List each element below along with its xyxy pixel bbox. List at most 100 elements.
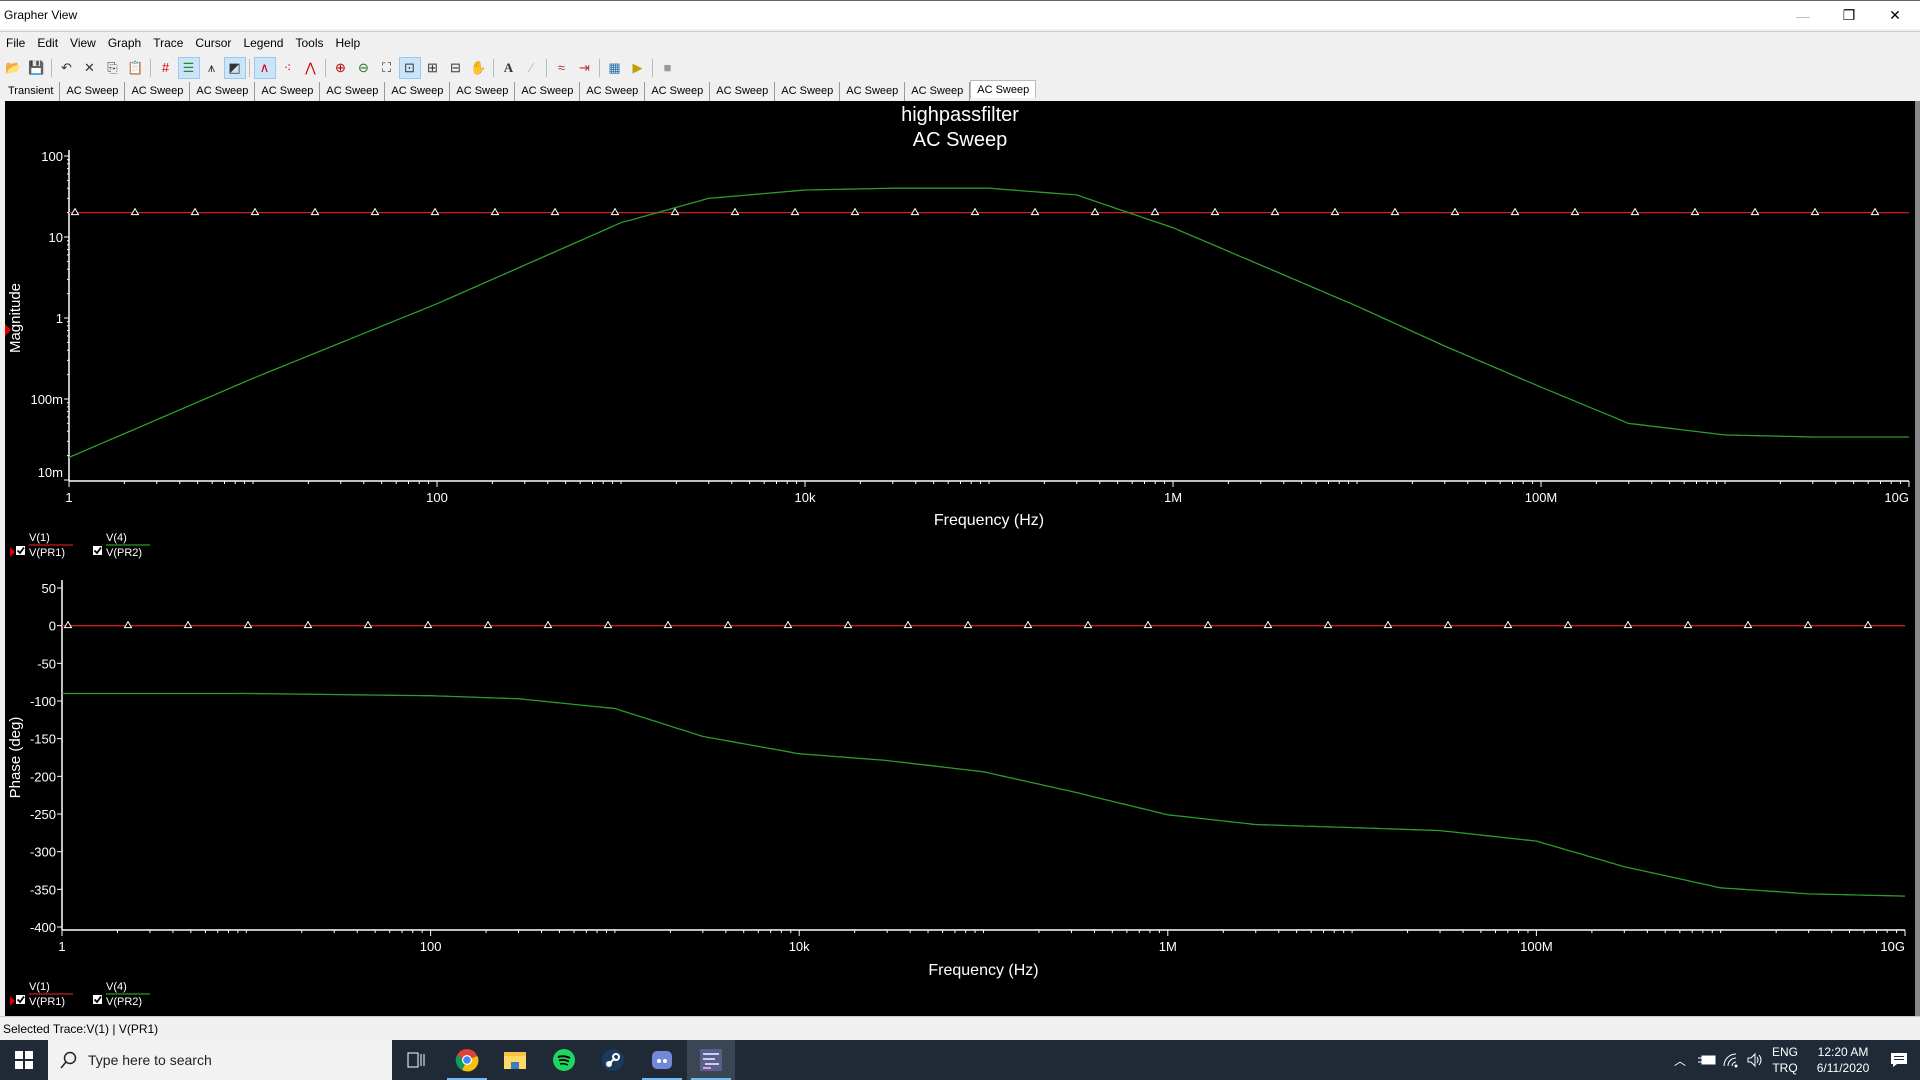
lines-markers-button[interactable]: ⋀ bbox=[300, 57, 322, 79]
graph-area[interactable]: highpassfilter AC Sweep 1 100 10k 1M 100M 10G… bbox=[5, 101, 1915, 1016]
trace-marker bbox=[1030, 207, 1040, 216]
menu-help[interactable]: Help bbox=[330, 32, 367, 50]
zoom-out-button[interactable]: ⊖ bbox=[353, 57, 375, 79]
trace-marker bbox=[1750, 207, 1760, 216]
trace-marker bbox=[1263, 620, 1273, 629]
volume-icon bbox=[1747, 1052, 1762, 1068]
menu-bar: File Edit View Graph Trace Cursor Legend Tools H… bbox=[0, 31, 1920, 53]
stop-button[interactable]: ■ bbox=[657, 57, 679, 79]
cursors-button[interactable]: ⩚ bbox=[201, 57, 223, 79]
tab-ac-sweep-8[interactable]: AC Sweep bbox=[515, 82, 581, 101]
text-button[interactable]: A bbox=[498, 57, 520, 79]
chrome-button[interactable] bbox=[443, 1040, 491, 1080]
legend-button[interactable]: ☰ bbox=[177, 56, 200, 79]
tab-ac-sweep-2[interactable]: AC Sweep bbox=[125, 82, 191, 101]
trace-marker bbox=[663, 620, 673, 629]
markers-button[interactable]: ⁖ bbox=[277, 57, 299, 79]
open-button[interactable]: 📂 bbox=[3, 57, 25, 79]
trace-marker bbox=[183, 620, 193, 629]
menu-edit[interactable]: Edit bbox=[31, 32, 64, 50]
legend-trace-name: V(1) bbox=[29, 981, 50, 993]
y-tick-label: 10m bbox=[38, 465, 63, 480]
menu-view[interactable]: View bbox=[64, 32, 102, 50]
x-tick-label: 1M bbox=[1164, 490, 1182, 505]
show-hidden-icons-button[interactable]: ︿ bbox=[1674, 1040, 1686, 1080]
tab-ac-sweep-1[interactable]: AC Sweep bbox=[60, 82, 126, 101]
tab-ac-sweep-4[interactable]: AC Sweep bbox=[255, 82, 321, 101]
spotify-button[interactable] bbox=[540, 1040, 588, 1080]
toolbar-separator bbox=[325, 58, 326, 77]
start-button[interactable] bbox=[0, 1040, 48, 1080]
battery-button[interactable] bbox=[1698, 1040, 1716, 1080]
trace-marker bbox=[1743, 620, 1753, 629]
menu-tools[interactable]: Tools bbox=[289, 32, 329, 50]
menu-graph[interactable]: Graph bbox=[102, 32, 147, 50]
zoom-fit-button[interactable]: ⛶ bbox=[376, 57, 398, 79]
menu-legend[interactable]: Legend bbox=[237, 32, 289, 50]
volume-button[interactable] bbox=[1746, 1040, 1764, 1080]
trace-overlay-button[interactable]: ≈ bbox=[551, 57, 573, 79]
multisim-button[interactable] bbox=[687, 1040, 735, 1080]
trace-marker bbox=[1870, 207, 1880, 216]
tab-transient-0[interactable]: Transient bbox=[2, 82, 61, 101]
y-tick-label: 100 bbox=[41, 149, 63, 164]
export-lvm-button[interactable]: ▶ bbox=[627, 57, 649, 79]
grapher-svg[interactable]: highpassfilter AC Sweep 1 100 10k 1M 100M 10G… bbox=[5, 101, 1915, 1016]
export-data-button[interactable]: ⇥ bbox=[574, 57, 596, 79]
close-button[interactable]: ✕ bbox=[1872, 1, 1918, 30]
lines-icon: ∧ bbox=[259, 59, 270, 75]
clock-button[interactable]: 12:20 AM 6/11/2020 bbox=[1806, 1040, 1880, 1080]
wifi-icon bbox=[1723, 1053, 1738, 1068]
minimize-icon: — bbox=[1796, 7, 1810, 24]
status-bar: Selected Trace:V(1) | V(PR1) bbox=[0, 1016, 1920, 1040]
zoom-area-button[interactable]: ⊡ bbox=[398, 56, 421, 79]
action-center-button[interactable] bbox=[1878, 1040, 1920, 1080]
save-button[interactable]: 💾 bbox=[26, 57, 48, 79]
trace-marker bbox=[303, 620, 313, 629]
label-point-button[interactable]: ⁄ bbox=[521, 57, 543, 79]
copy-button[interactable]: ⎘ bbox=[102, 57, 124, 79]
lines-button[interactable]: ∧ bbox=[253, 56, 276, 79]
file-explorer-icon bbox=[504, 1052, 526, 1069]
input-language-button[interactable]: ENG TRQ bbox=[1772, 1040, 1798, 1080]
zoom-x-button[interactable]: ⊞ bbox=[422, 57, 444, 79]
steam-button[interactable] bbox=[589, 1040, 637, 1080]
grid-button[interactable]: # bbox=[155, 57, 177, 79]
tab-ac-sweep-13[interactable]: AC Sweep bbox=[840, 82, 906, 101]
cut-button[interactable]: ✕ bbox=[79, 57, 101, 79]
reverse-colors-button[interactable]: ◩ bbox=[223, 56, 246, 79]
y-tick-label: 100m bbox=[30, 392, 63, 407]
cursors-icon: ⩚ bbox=[207, 59, 216, 75]
tab-ac-sweep-11[interactable]: AC Sweep bbox=[710, 82, 776, 101]
tab-ac-sweep-14[interactable]: AC Sweep bbox=[905, 82, 971, 101]
tab-ac-sweep-12[interactable]: AC Sweep bbox=[775, 82, 841, 101]
trace-v4[interactable] bbox=[68, 187, 1909, 458]
menu-trace[interactable]: Trace bbox=[147, 32, 189, 50]
y-tick-label: -150 bbox=[30, 732, 56, 747]
network-button[interactable] bbox=[1722, 1040, 1740, 1080]
trace-v4[interactable] bbox=[62, 692, 1906, 897]
zoom-in-button[interactable]: ⊕ bbox=[330, 57, 352, 79]
taskbar-search[interactable]: Type here to search bbox=[48, 1040, 392, 1080]
minimize-button[interactable]: — bbox=[1780, 1, 1826, 30]
tab-ac-sweep-9[interactable]: AC Sweep bbox=[580, 82, 646, 101]
file-explorer-button[interactable] bbox=[491, 1040, 539, 1080]
tab-ac-sweep-10[interactable]: AC Sweep bbox=[645, 82, 711, 101]
trace-marker bbox=[63, 620, 73, 629]
zoom-y-button[interactable]: ⊟ bbox=[445, 57, 467, 79]
y-tick-label: -200 bbox=[30, 769, 56, 784]
restore-button[interactable]: ❐ bbox=[1826, 1, 1872, 30]
menu-file[interactable]: File bbox=[0, 32, 31, 50]
menu-cursor[interactable]: Cursor bbox=[189, 32, 237, 50]
export-excel-button[interactable]: ▦ bbox=[604, 57, 626, 79]
pan-hand-button[interactable]: ✋ bbox=[468, 57, 490, 79]
tab-ac-sweep-6[interactable]: AC Sweep bbox=[385, 82, 451, 101]
task-view-button[interactable] bbox=[392, 1040, 440, 1080]
tab-ac-sweep-3[interactable]: AC Sweep bbox=[190, 82, 256, 101]
discord-button[interactable] bbox=[638, 1040, 686, 1080]
tab-ac-sweep-7[interactable]: AC Sweep bbox=[450, 82, 516, 101]
tab-ac-sweep-5[interactable]: AC Sweep bbox=[320, 82, 386, 101]
tab-ac-sweep-15[interactable]: AC Sweep bbox=[970, 80, 1037, 98]
paste-button[interactable]: 📋 bbox=[125, 57, 147, 79]
undo-button[interactable]: ↶ bbox=[56, 57, 78, 79]
